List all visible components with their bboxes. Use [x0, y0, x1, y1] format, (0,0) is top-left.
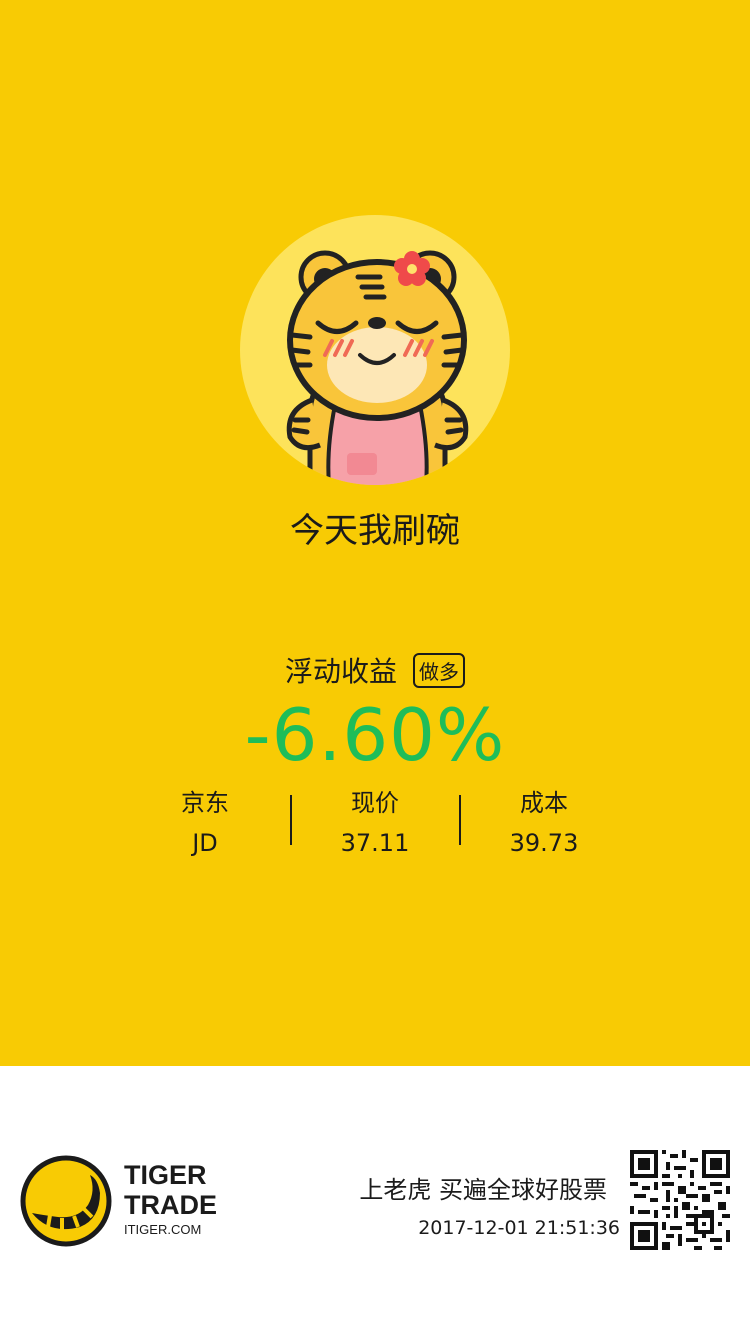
cost-stat: 成本 39.73	[459, 788, 629, 858]
current-price-stat: 现价 37.11	[290, 788, 460, 858]
long-position-badge: 做多	[413, 652, 465, 688]
stock-ticker: JD	[192, 829, 218, 857]
stock-name: 京东	[181, 789, 229, 817]
qr-code-icon	[630, 1150, 730, 1250]
slogan-text: 上老虎 买遍全球好股票	[359, 1176, 607, 1204]
current-price-label: 现价	[351, 789, 399, 817]
cost-value: 39.73	[509, 829, 579, 857]
brand-line-1: TIGER	[124, 1160, 207, 1190]
current-price-value: 37.11	[340, 829, 410, 857]
brand-line-2: TRADE	[124, 1190, 217, 1220]
stock-name-stat: 京东 JD	[120, 788, 290, 858]
return-percentage: -6.60%	[244, 693, 506, 777]
share-timestamp: 2017-12-01 21:51:36	[418, 1217, 620, 1239]
brand-url: ITIGER.COM	[124, 1222, 202, 1237]
tiger-avatar-icon	[240, 215, 510, 485]
tiger-trade-logo-icon	[20, 1155, 112, 1247]
floating-return-label-row: 浮动收益 做多	[0, 650, 750, 690]
brand-wordmark: TIGER TRADE ITIGER.COM	[124, 1160, 217, 1238]
cost-label: 成本	[520, 789, 568, 817]
mood-text: 今天我刷碗	[290, 511, 460, 551]
floating-return-label: 浮动收益	[284, 655, 397, 688]
